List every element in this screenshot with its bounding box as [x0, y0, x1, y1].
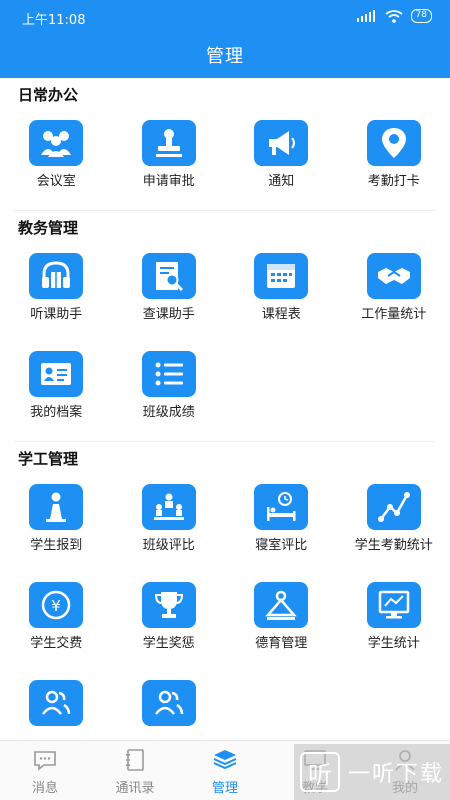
- tile-label: 我的档案: [30, 405, 83, 420]
- numbered-list-icon: [141, 351, 196, 397]
- tile-meeting-room[interactable]: 会议室: [0, 112, 113, 210]
- chat-bubble-icon: [34, 751, 56, 771]
- dorm-bed-icon: [254, 484, 309, 530]
- tile-class-evaluation[interactable]: 班级评比: [113, 476, 226, 574]
- tile-dorm-evaluation[interactable]: 寝室评比: [225, 476, 338, 574]
- tile-label: 听课助手: [30, 307, 83, 322]
- tab-contacts[interactable]: 通讯录: [90, 741, 180, 800]
- monitor-chart-icon: [366, 582, 421, 628]
- app-header: 上午11:08 78 管理: [0, 0, 450, 78]
- tile-label: 德育管理: [255, 636, 308, 651]
- tab-label: 消息: [31, 781, 58, 796]
- address-book-icon: [126, 749, 144, 771]
- tile-label: 工作量统计: [361, 307, 427, 322]
- headphones-icon: [29, 253, 84, 299]
- wifi-icon: [385, 9, 403, 23]
- tile-label: 学生考勤统计: [354, 538, 433, 553]
- status-bar: 上午11:08 78: [0, 0, 450, 34]
- tile-application-approval[interactable]: 申请审批: [113, 112, 226, 210]
- section-title: 日常办公: [18, 86, 79, 104]
- tile-label: 课程表: [261, 307, 301, 322]
- tile-class-grades[interactable]: 班级成绩: [113, 343, 226, 441]
- calendar-icon: [254, 253, 309, 299]
- tile-workload-statistics[interactable]: 工作量统计: [338, 245, 450, 343]
- tile-label: 寝室评比: [255, 538, 308, 553]
- tab-management[interactable]: 管理: [180, 741, 270, 800]
- tile-label: 班级成绩: [142, 405, 195, 420]
- student-check-in-icon: [29, 484, 84, 530]
- svg-text:¥: ¥: [51, 597, 61, 615]
- tile-label: 通知: [268, 174, 295, 189]
- tile-label: 学生奖惩: [142, 636, 195, 651]
- users-icon: [141, 680, 196, 726]
- users-icon: [29, 680, 84, 726]
- line-graph-icon: [366, 484, 421, 530]
- section-academic-affairs: 教务管理 听课助手 查课助手 课程表 工作量统计 我的档案 班级成绩: [0, 211, 450, 441]
- section-title: 教务管理: [18, 219, 79, 237]
- tile-student-rewards-penalties[interactable]: 学生奖惩: [113, 574, 226, 672]
- section-daily-office: 日常办公 会议室 申请审批 通知 考勤打卡: [0, 78, 450, 210]
- tile-notice[interactable]: 通知: [225, 112, 338, 210]
- megaphone-icon: [254, 120, 309, 166]
- search-document-icon: [141, 253, 196, 299]
- layers-icon: [213, 750, 237, 770]
- signal-icon: [356, 10, 375, 22]
- battery-indicator: 78: [410, 9, 432, 23]
- tile-course-check-assistant[interactable]: 查课助手: [113, 245, 226, 343]
- tile-label: 学生交费: [30, 636, 83, 651]
- tab-label: 管理: [211, 781, 238, 796]
- tile-label: 申请审批: [142, 174, 195, 189]
- page-title: 管理: [206, 46, 244, 67]
- section-student-affairs: 学工管理 学生报到 班级评比 寝室评比 学生考勤统计 ¥ 学生交费 学生奖惩 德…: [0, 442, 450, 740]
- location-pin-icon: [366, 120, 421, 166]
- tile-attendance-checkin[interactable]: 考勤打卡: [338, 112, 450, 210]
- tile-moral-education[interactable]: 德育管理: [225, 574, 338, 672]
- tile-label: 会议室: [36, 174, 76, 189]
- status-icons: 78: [356, 9, 432, 23]
- section-title: 学工管理: [18, 450, 79, 468]
- tile-users-1[interactable]: [0, 672, 113, 740]
- tile-label: 查课助手: [142, 307, 195, 322]
- tile-student-payment[interactable]: ¥ 学生交费: [0, 574, 113, 672]
- tile-student-check-in[interactable]: 学生报到: [0, 476, 113, 574]
- hanger-icon: [254, 582, 309, 628]
- class-group-icon: [141, 484, 196, 530]
- tab-label: 通讯录: [115, 781, 155, 796]
- tile-label: 班级评比: [142, 538, 195, 553]
- approval-stamp-icon: [141, 120, 196, 166]
- tile-label: 考勤打卡: [367, 174, 420, 189]
- status-time: 上午11:08: [22, 13, 86, 28]
- watermark-logo: 听: [300, 752, 340, 792]
- yuan-coin-icon: ¥: [29, 582, 84, 628]
- main-content: 日常办公 会议室 申请审批 通知 考勤打卡 教务管理 听课助手 查课助手 课程表…: [0, 78, 450, 740]
- meeting-people-icon: [29, 120, 84, 166]
- handshake-icon: [366, 253, 421, 299]
- tile-timetable[interactable]: 课程表: [225, 245, 338, 343]
- tile-student-attendance-statistics[interactable]: 学生考勤统计: [338, 476, 450, 574]
- tab-messages[interactable]: 消息: [0, 741, 90, 800]
- tile-student-statistics[interactable]: 学生统计: [338, 574, 450, 672]
- tile-label: 学生报到: [30, 538, 83, 553]
- tile-lecture-assistant[interactable]: 听课助手: [0, 245, 113, 343]
- watermark-text: 一听下载: [348, 762, 445, 787]
- tile-users-2[interactable]: [113, 672, 226, 740]
- tile-my-profile-file[interactable]: 我的档案: [0, 343, 113, 441]
- tile-label: 学生统计: [367, 636, 420, 651]
- trophy-icon: [141, 582, 196, 628]
- id-card-icon: [29, 351, 84, 397]
- watermark-overlay: 听 一听下载: [294, 744, 450, 800]
